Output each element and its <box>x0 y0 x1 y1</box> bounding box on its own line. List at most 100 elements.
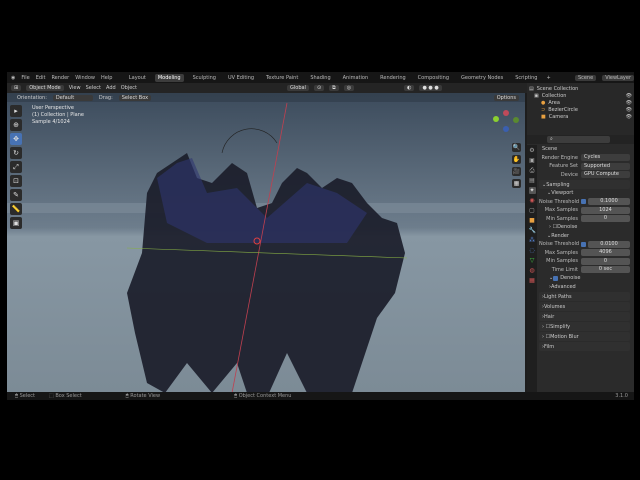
output-tab-icon[interactable]: ⎙ <box>529 167 536 174</box>
particles-tab-icon[interactable]: ⁂ <box>529 237 536 244</box>
noise-threshold-label: Noise Threshold <box>539 198 580 205</box>
texture-tab-icon[interactable]: ▦ <box>529 277 536 284</box>
collection-tab-icon[interactable]: ▢ <box>529 207 536 214</box>
transform-orientation-dropdown[interactable]: Global <box>287 85 309 91</box>
volumes-panel[interactable]: › Volumes <box>539 302 630 311</box>
motion-blur-panel[interactable]: › ☐ Motion Blur <box>539 332 630 341</box>
menu-select[interactable]: Select <box>86 85 101 91</box>
menu-window[interactable]: Window <box>75 75 95 81</box>
feature-set-dropdown[interactable]: Supported <box>581 162 630 170</box>
menu-help[interactable]: Help <box>101 75 112 81</box>
data-tab-icon[interactable]: ▽ <box>529 257 536 264</box>
advanced-subpanel[interactable]: › Advanced <box>539 283 634 292</box>
transform-tool-icon[interactable]: ⊡ <box>10 175 22 187</box>
viewport-min-samples-field[interactable]: 0 <box>581 215 630 223</box>
object-tab-icon[interactable]: ■ <box>529 217 536 224</box>
properties-search-input[interactable]: ⌕ <box>547 136 610 143</box>
orientation-dropdown[interactable]: Default <box>52 94 93 101</box>
outliner-item[interactable]: ■ Camera 👁 <box>529 113 632 120</box>
properties-editor: ⌕ ⚙ ▣ ⎙ ▤ ✦ ◉ ▢ ■ 🔧 ⁂ ◌ ▽ ◍ ▦ Scene Rend… <box>527 135 634 392</box>
render-min-samples-field[interactable]: 0 <box>581 257 630 265</box>
menu-view[interactable]: View <box>69 85 81 91</box>
outliner-item[interactable]: ● Area 👁 <box>529 99 632 106</box>
view-layer-tab-icon[interactable]: ▤ <box>529 177 536 184</box>
editor-type-button[interactable]: ⊞ <box>11 85 22 91</box>
visibility-eye-icon[interactable]: 👁 <box>626 100 632 106</box>
menu-render[interactable]: Render <box>51 75 69 81</box>
scene-tab-icon[interactable]: ✦ <box>528 187 536 194</box>
tool-tab-icon[interactable]: ⚙ <box>529 147 536 154</box>
tab-modeling[interactable]: Modeling <box>154 73 184 82</box>
viewport-subpanel-header[interactable]: ⌄ Viewport <box>539 189 634 198</box>
film-panel[interactable]: › Film <box>539 342 630 351</box>
scale-tool-icon[interactable]: ⤢ <box>10 161 22 173</box>
world-tab-icon[interactable]: ◉ <box>529 197 536 204</box>
camera-view-icon[interactable]: 🎥 <box>512 167 521 176</box>
overlays-icon[interactable]: ◐ <box>404 85 415 91</box>
navigation-gizmo[interactable] <box>491 107 521 137</box>
zoom-icon[interactable]: 🔍 <box>512 143 521 152</box>
blender-logo-icon[interactable]: ◉ <box>11 75 15 81</box>
render-max-samples-field[interactable]: 4096 <box>581 249 630 257</box>
tab-rendering[interactable]: Rendering <box>377 74 409 82</box>
tab-shading[interactable]: Shading <box>307 74 333 82</box>
ortho-toggle-icon[interactable]: ▦ <box>512 179 521 188</box>
render-noise-threshold-field[interactable]: 0.0100 <box>588 240 630 248</box>
render-engine-dropdown[interactable]: Cycles <box>581 154 630 162</box>
light-paths-panel[interactable]: › Light Paths <box>539 292 630 301</box>
device-dropdown[interactable]: GPU Compute <box>581 171 630 179</box>
pivot-icon[interactable]: ⊙ <box>313 85 325 91</box>
shading-modes-icon[interactable]: ● ● ● <box>419 85 442 91</box>
simplify-panel[interactable]: › ☐ Simplify <box>539 322 630 331</box>
cursor-tool-icon[interactable]: ⊕ <box>10 119 22 131</box>
options-dropdown[interactable]: Options <box>493 94 519 101</box>
physics-tab-icon[interactable]: ◌ <box>529 247 536 254</box>
tab-geometry-nodes[interactable]: Geometry Nodes <box>458 74 506 82</box>
pan-hand-icon[interactable]: ✋ <box>512 155 521 164</box>
tab-uv-editing[interactable]: UV Editing <box>225 74 257 82</box>
noise-threshold-checkbox[interactable] <box>581 199 586 205</box>
outliner-collection[interactable]: ▣ Collection 👁 <box>529 92 632 99</box>
render-tab-icon[interactable]: ▣ <box>529 157 536 164</box>
tab-sculpting[interactable]: Sculpting <box>190 74 219 82</box>
drag-dropdown[interactable]: Select Box <box>118 94 152 101</box>
menu-edit[interactable]: Edit <box>36 75 46 81</box>
time-limit-field[interactable]: 0 sec <box>581 266 630 274</box>
modifier-tab-icon[interactable]: 🔧 <box>529 227 536 234</box>
rotate-tool-icon[interactable]: ↻ <box>10 147 22 159</box>
tab-compositing[interactable]: Compositing <box>415 74 452 82</box>
add-workspace-button[interactable]: + <box>546 75 550 81</box>
annotate-tool-icon[interactable]: ✎ <box>10 189 22 201</box>
select-tool-icon[interactable]: ▸ <box>10 105 22 117</box>
tab-scripting[interactable]: Scripting <box>512 74 540 82</box>
proportional-edit-icon[interactable]: ◎ <box>343 85 355 91</box>
move-tool-icon[interactable]: ✥ <box>10 133 22 145</box>
viewport-noise-threshold-field[interactable]: 0.1000 <box>588 198 630 206</box>
viewport-max-samples-field[interactable]: 1024 <box>581 206 630 214</box>
hair-panel[interactable]: › Hair <box>539 312 630 321</box>
menu-file[interactable]: File <box>21 75 29 81</box>
viewport-denoise-subpanel[interactable]: › ☐ Denoise <box>539 223 634 232</box>
outliner-scene-collection[interactable]: ▤ Scene Collection <box>529 85 632 92</box>
view-layer-selector[interactable]: ViewLayer <box>602 74 634 81</box>
add-cube-tool-icon[interactable]: ▣ <box>10 217 22 229</box>
sampling-panel-header[interactable]: ⌄ Sampling <box>539 180 630 189</box>
render-subpanel-header[interactable]: ⌄ Render <box>539 232 634 241</box>
measure-tool-icon[interactable]: 📏 <box>10 203 22 215</box>
noise-threshold-checkbox[interactable] <box>581 241 586 247</box>
menu-object[interactable]: Object <box>121 85 137 91</box>
scene-selector[interactable]: Scene <box>574 74 597 81</box>
visibility-eye-icon[interactable]: 👁 <box>626 114 632 120</box>
mode-dropdown[interactable]: Object Mode <box>26 85 64 91</box>
tab-texture-paint[interactable]: Texture Paint <box>263 74 301 82</box>
visibility-eye-icon[interactable]: 👁 <box>626 107 632 113</box>
tab-animation[interactable]: Animation <box>340 74 372 82</box>
outliner-item[interactable]: ⊃ BezierCircle 👁 <box>529 106 632 113</box>
render-denoise-subpanel[interactable]: ⌄ Denoise <box>539 274 634 283</box>
3d-viewport[interactable]: Orientation: Default Drag: Select Box Op… <box>7 93 525 392</box>
visibility-eye-icon[interactable]: 👁 <box>626 93 632 99</box>
menu-add[interactable]: Add <box>106 85 116 91</box>
snap-icon[interactable]: ⧉ <box>329 85 339 91</box>
tab-layout[interactable]: Layout <box>126 74 149 82</box>
material-tab-icon[interactable]: ◍ <box>529 267 536 274</box>
